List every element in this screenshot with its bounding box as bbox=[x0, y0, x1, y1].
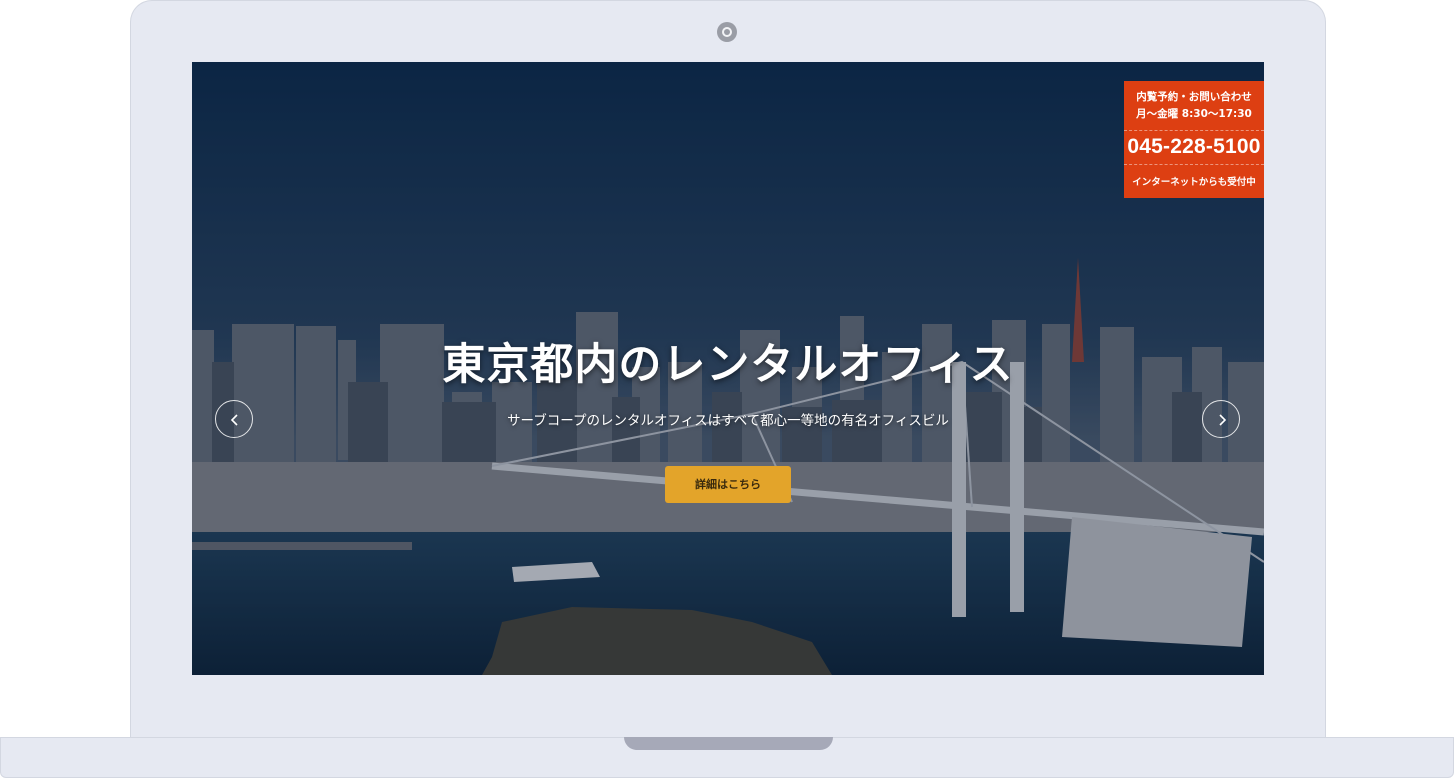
hero-title: 東京都内のレンタルオフィス bbox=[442, 340, 1014, 390]
details-button[interactable]: 詳細はこちら bbox=[665, 466, 791, 503]
phone-number[interactable]: 045-228-5100 bbox=[1124, 131, 1264, 165]
contact-line-2: 月～金曜 8:30～17:30 bbox=[1136, 108, 1252, 120]
contact-line-1: 内覧予約・お問い合わせ bbox=[1136, 91, 1252, 103]
hero-subtitle: サーブコープのレンタルオフィスはすべて都心一等地の有名オフィスビル bbox=[507, 413, 949, 429]
slider-next-button[interactable] bbox=[1202, 400, 1240, 438]
contact-note: インターネットからも受付中 bbox=[1132, 177, 1256, 188]
contact-hours: 内覧予約・お問い合わせ 月～金曜 8:30～17:30 bbox=[1124, 81, 1264, 131]
camera-icon bbox=[717, 22, 737, 42]
chevron-right-icon bbox=[1219, 414, 1227, 426]
chevron-left-icon bbox=[230, 414, 238, 426]
laptop-screen: 内覧予約・お問い合わせ 月～金曜 8:30～17:30 045-228-5100… bbox=[192, 62, 1264, 675]
slider-prev-button[interactable] bbox=[215, 400, 253, 438]
contact-panel[interactable]: 内覧予約・お問い合わせ 月～金曜 8:30～17:30 045-228-5100… bbox=[1124, 81, 1264, 198]
laptop-notch bbox=[624, 737, 833, 750]
